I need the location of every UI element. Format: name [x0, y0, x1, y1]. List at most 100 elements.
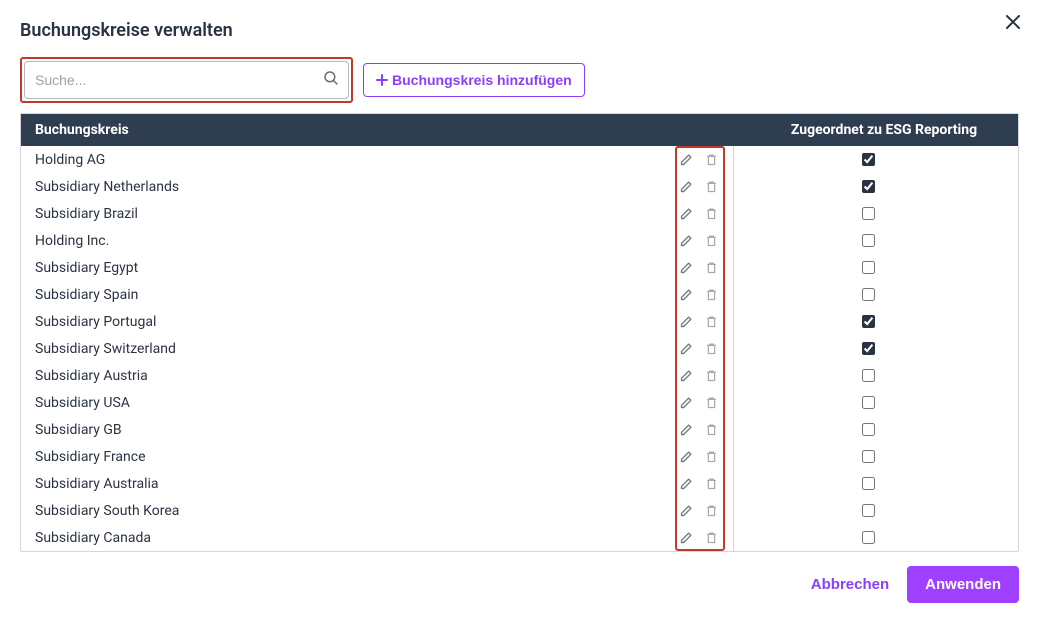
table-row: Holding AG: [21, 146, 733, 173]
cancel-button[interactable]: Abbrechen: [805, 566, 895, 603]
table-row: Subsidiary Portugal: [21, 308, 733, 335]
modal-title: Buchungskreise verwalten: [20, 20, 1019, 41]
edit-icon[interactable]: [679, 314, 694, 329]
table-row-assigned: [734, 470, 1002, 497]
assigned-checkbox[interactable]: [862, 450, 875, 463]
edit-icon[interactable]: [679, 287, 694, 302]
modal-footer: Abbrechen Anwenden: [0, 552, 1039, 617]
assigned-checkbox[interactable]: [862, 423, 875, 436]
delete-icon[interactable]: [704, 314, 719, 329]
apply-button[interactable]: Anwenden: [907, 566, 1019, 603]
search-icon: [322, 69, 340, 91]
company-code-name: Holding Inc.: [35, 233, 679, 249]
delete-icon[interactable]: [704, 233, 719, 248]
company-code-name: Subsidiary South Korea: [35, 503, 679, 519]
table-row-assigned: [734, 362, 1002, 389]
assigned-checkbox[interactable]: [862, 261, 875, 274]
close-icon: [1005, 14, 1021, 30]
table-row-assigned: [734, 497, 1002, 524]
table-row-assigned: [734, 200, 1002, 227]
table-row: Subsidiary Netherlands: [21, 173, 733, 200]
edit-icon[interactable]: [679, 476, 694, 491]
column-header-assigned: Zugeordnet zu ESG Reporting: [750, 114, 1018, 146]
edit-icon[interactable]: [679, 395, 694, 410]
delete-icon[interactable]: [704, 503, 719, 518]
assigned-checkbox[interactable]: [862, 315, 875, 328]
delete-icon[interactable]: [704, 206, 719, 221]
delete-icon[interactable]: [704, 341, 719, 356]
assigned-checkbox[interactable]: [862, 234, 875, 247]
add-company-code-button[interactable]: Buchungskreis hinzufügen: [363, 63, 585, 97]
company-code-name: Subsidiary France: [35, 449, 679, 465]
company-code-name: Subsidiary Austria: [35, 368, 679, 384]
company-code-name: Subsidiary Netherlands: [35, 179, 679, 195]
delete-icon[interactable]: [704, 368, 719, 383]
table-row: Subsidiary France: [21, 443, 733, 470]
delete-icon[interactable]: [704, 530, 719, 545]
edit-icon[interactable]: [679, 179, 694, 194]
table-row: Subsidiary Egypt: [21, 254, 733, 281]
table-body-assigned: [734, 146, 1002, 551]
edit-icon[interactable]: [679, 422, 694, 437]
company-code-name: Subsidiary GB: [35, 422, 679, 438]
delete-icon[interactable]: [704, 449, 719, 464]
column-header-name: Buchungskreis: [21, 114, 750, 146]
assigned-checkbox[interactable]: [862, 369, 875, 382]
company-codes-table: Buchungskreis Zugeordnet zu ESG Reportin…: [20, 113, 1019, 552]
delete-icon[interactable]: [704, 260, 719, 275]
manage-company-codes-modal: Buchungskreise verwalten Buchungskreis h…: [0, 0, 1039, 632]
delete-icon[interactable]: [704, 287, 719, 302]
table-row: Subsidiary Austria: [21, 362, 733, 389]
assigned-checkbox[interactable]: [862, 288, 875, 301]
table-row-assigned: [734, 524, 1002, 551]
company-code-name: Subsidiary Spain: [35, 287, 679, 303]
table-row-assigned: [734, 254, 1002, 281]
table-row-assigned: [734, 443, 1002, 470]
edit-icon[interactable]: [679, 341, 694, 356]
table-row: Subsidiary Australia: [21, 470, 733, 497]
table-row: Subsidiary South Korea: [21, 497, 733, 524]
assigned-checkbox[interactable]: [862, 153, 875, 166]
edit-icon[interactable]: [679, 260, 694, 275]
search-highlight-box: [20, 57, 353, 103]
plus-icon: [376, 74, 388, 86]
delete-icon[interactable]: [704, 152, 719, 167]
table-row: Subsidiary Brazil: [21, 200, 733, 227]
assigned-checkbox[interactable]: [862, 342, 875, 355]
table-row-assigned: [734, 308, 1002, 335]
close-button[interactable]: [1001, 10, 1025, 34]
delete-icon[interactable]: [704, 179, 719, 194]
table-row-assigned: [734, 335, 1002, 362]
edit-icon[interactable]: [679, 368, 694, 383]
table-row-assigned: [734, 227, 1002, 254]
table-row-assigned: [734, 389, 1002, 416]
edit-icon[interactable]: [679, 152, 694, 167]
table-row: Subsidiary Canada: [21, 524, 733, 551]
delete-icon[interactable]: [704, 395, 719, 410]
search-input[interactable]: [35, 72, 314, 88]
company-code-name: Subsidiary Canada: [35, 530, 679, 546]
table-row: Subsidiary Spain: [21, 281, 733, 308]
company-code-name: Subsidiary Australia: [35, 476, 679, 492]
delete-icon[interactable]: [704, 422, 719, 437]
edit-icon[interactable]: [679, 233, 694, 248]
edit-icon[interactable]: [679, 449, 694, 464]
delete-icon[interactable]: [704, 476, 719, 491]
assigned-checkbox[interactable]: [862, 207, 875, 220]
table-body-names: Holding AG Subsidiary Netherlands Subsidia…: [21, 146, 734, 551]
assigned-checkbox[interactable]: [862, 477, 875, 490]
table-row: Subsidiary GB: [21, 416, 733, 443]
table-row: Holding Inc.: [21, 227, 733, 254]
assigned-checkbox[interactable]: [862, 180, 875, 193]
table-header: Buchungskreis Zugeordnet zu ESG Reportin…: [21, 114, 1018, 146]
edit-icon[interactable]: [679, 206, 694, 221]
company-code-name: Subsidiary USA: [35, 395, 679, 411]
table-scrollbar[interactable]: [1002, 146, 1018, 551]
assigned-checkbox[interactable]: [862, 504, 875, 517]
assigned-checkbox[interactable]: [862, 531, 875, 544]
edit-icon[interactable]: [679, 503, 694, 518]
edit-icon[interactable]: [679, 530, 694, 545]
table-row-assigned: [734, 281, 1002, 308]
search-box: [24, 61, 349, 99]
assigned-checkbox[interactable]: [862, 396, 875, 409]
